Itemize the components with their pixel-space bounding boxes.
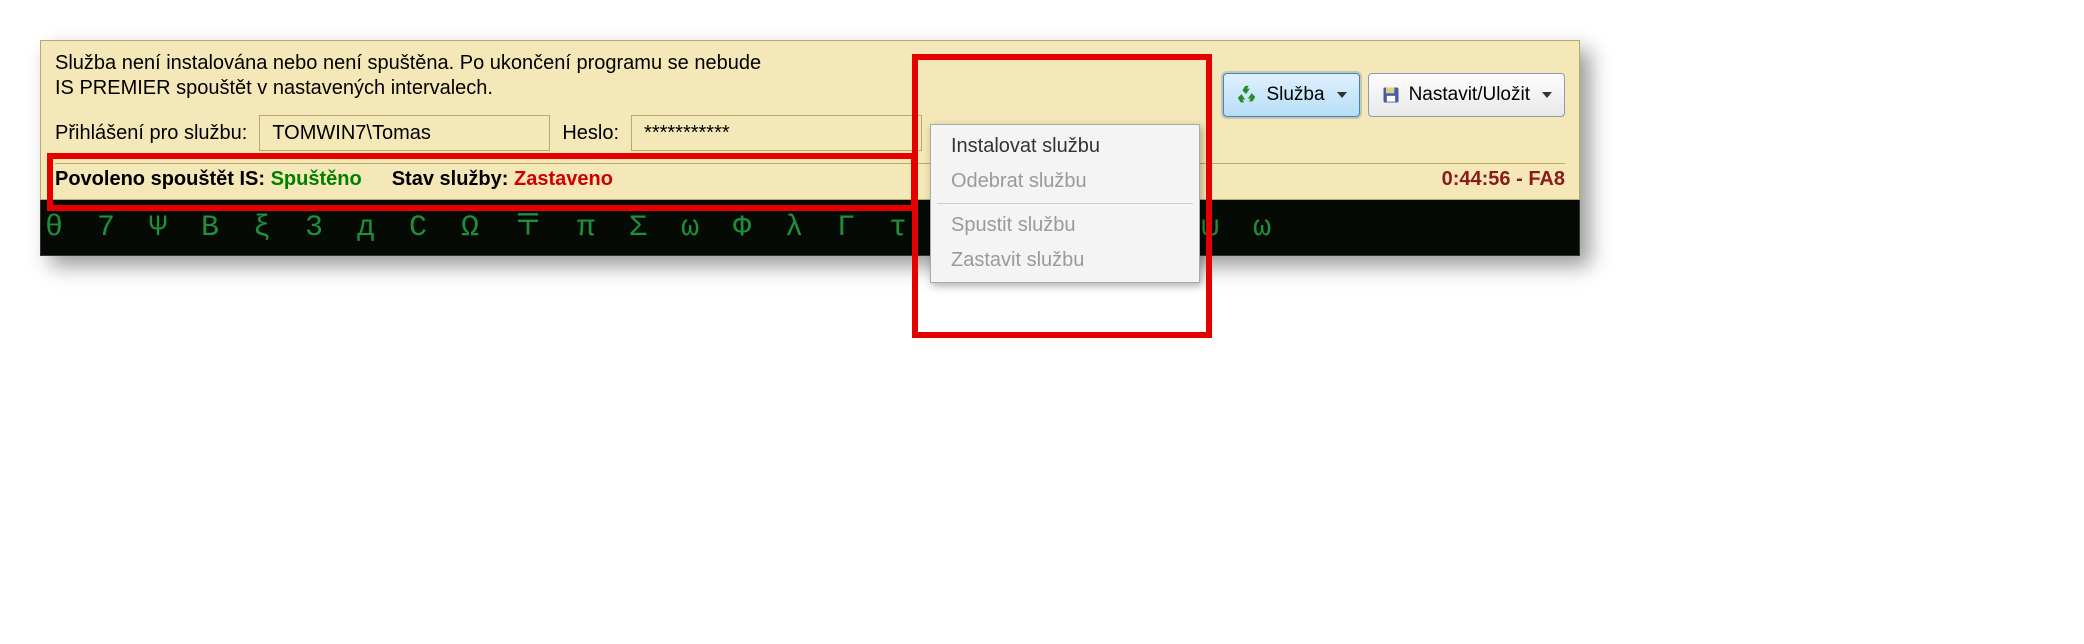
save-settings-button[interactable]: Nastavit/Uložit bbox=[1368, 73, 1565, 117]
password-input[interactable] bbox=[642, 121, 911, 146]
password-label: Heslo: bbox=[562, 122, 619, 145]
status-bar: Povoleno spouštět IS: Spuštěno Stav služ… bbox=[55, 163, 1565, 193]
menu-separator bbox=[937, 203, 1193, 204]
menu-start-service: Spustit službu bbox=[931, 208, 1199, 243]
service-status-message: Služba není instalována nebo není spuště… bbox=[55, 51, 775, 101]
main-panel: Služba není instalována nebo není spuště… bbox=[40, 40, 1580, 200]
save-button-label: Nastavit/Uložit bbox=[1409, 84, 1530, 106]
allowed-value: Spuštěno bbox=[271, 168, 362, 190]
button-group: Služba Nastavit/Uložit bbox=[1223, 73, 1565, 117]
allowed-label: Povoleno spouštět IS: bbox=[55, 168, 265, 190]
password-field[interactable] bbox=[631, 115, 922, 151]
recycle-icon bbox=[1236, 84, 1258, 106]
service-state-label: Stav služby: bbox=[392, 168, 509, 190]
login-user-field[interactable] bbox=[259, 115, 550, 151]
service-state-value: Zastaveno bbox=[514, 168, 613, 190]
menu-stop-service: Zastavit službu bbox=[931, 243, 1199, 278]
timestamp: 0:44:56 - FA8 bbox=[1442, 168, 1565, 191]
window-wrap: Služba není instalována nebo není spuště… bbox=[40, 40, 1580, 256]
login-label: Přihlášení pro službu: bbox=[55, 122, 247, 145]
chevron-down-icon bbox=[1337, 92, 1347, 98]
login-user-input[interactable] bbox=[270, 121, 539, 146]
menu-remove-service: Odebrat službu bbox=[931, 164, 1199, 199]
service-button-label: Služba bbox=[1266, 84, 1324, 106]
chevron-down-icon bbox=[1542, 92, 1552, 98]
service-dropdown-menu: Instalovat službu Odebrat službu Spustit… bbox=[930, 124, 1200, 283]
matrix-decoration: θ 7 Ψ B ξ 3 д C Ω 〒 π Σ ω Φ λ Г τ φ Д я … bbox=[40, 200, 1580, 256]
save-icon bbox=[1381, 85, 1401, 105]
menu-install-service[interactable]: Instalovat službu bbox=[931, 129, 1199, 164]
service-dropdown-button[interactable]: Služba bbox=[1223, 73, 1359, 117]
